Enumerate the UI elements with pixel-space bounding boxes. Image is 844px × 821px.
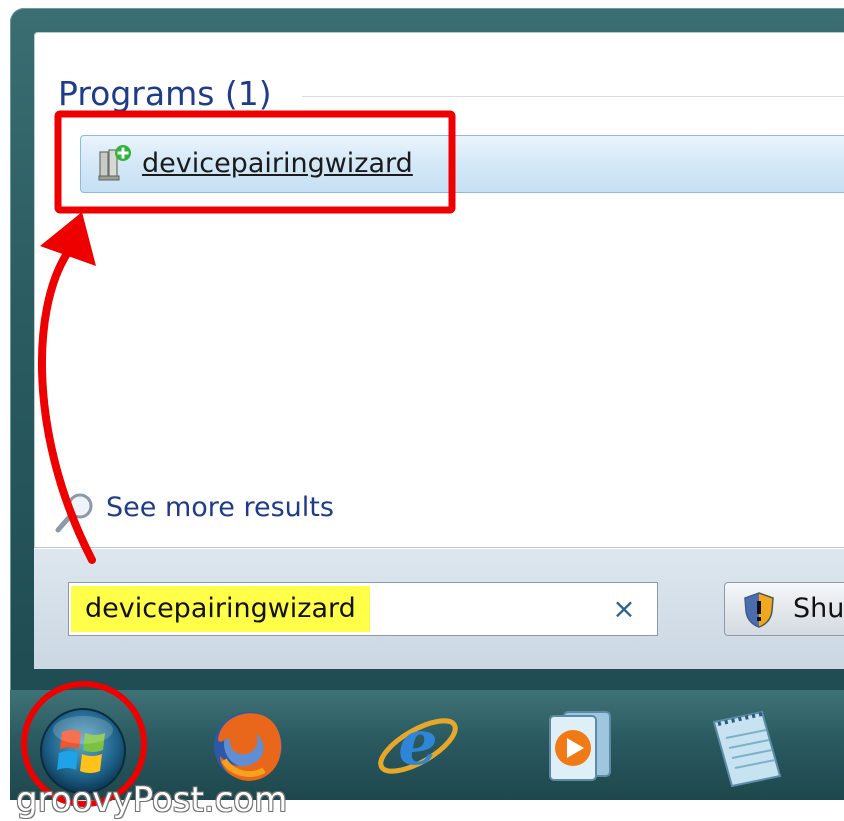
internet-explorer-icon[interactable]: e bbox=[372, 700, 464, 792]
shutdown-button[interactable]: Shu bbox=[724, 582, 844, 636]
programs-section-title: Programs (1) bbox=[58, 74, 272, 113]
device-pairing-icon bbox=[98, 145, 131, 181]
firefox-icon[interactable] bbox=[202, 700, 294, 792]
shutdown-label[interactable]: Shu bbox=[793, 589, 844, 629]
section-divider bbox=[302, 96, 844, 97]
see-more-results-label[interactable]: See more results bbox=[106, 488, 334, 528]
search-input[interactable]: devicepairingwizard × bbox=[68, 582, 658, 636]
svg-text:e: e bbox=[398, 706, 437, 779]
see-more-results-link[interactable]: See more results bbox=[54, 486, 354, 533]
clear-search-icon[interactable]: × bbox=[609, 592, 639, 626]
search-input-value[interactable]: devicepairingwizard bbox=[71, 586, 370, 632]
shield-icon bbox=[744, 592, 774, 628]
watermark: groovyPost.com bbox=[16, 780, 288, 820]
media-player-icon[interactable] bbox=[534, 700, 626, 792]
notepad-icon[interactable] bbox=[700, 700, 792, 792]
magnifier-icon bbox=[55, 493, 93, 533]
search-result-label[interactable]: devicepairingwizard bbox=[142, 146, 413, 182]
